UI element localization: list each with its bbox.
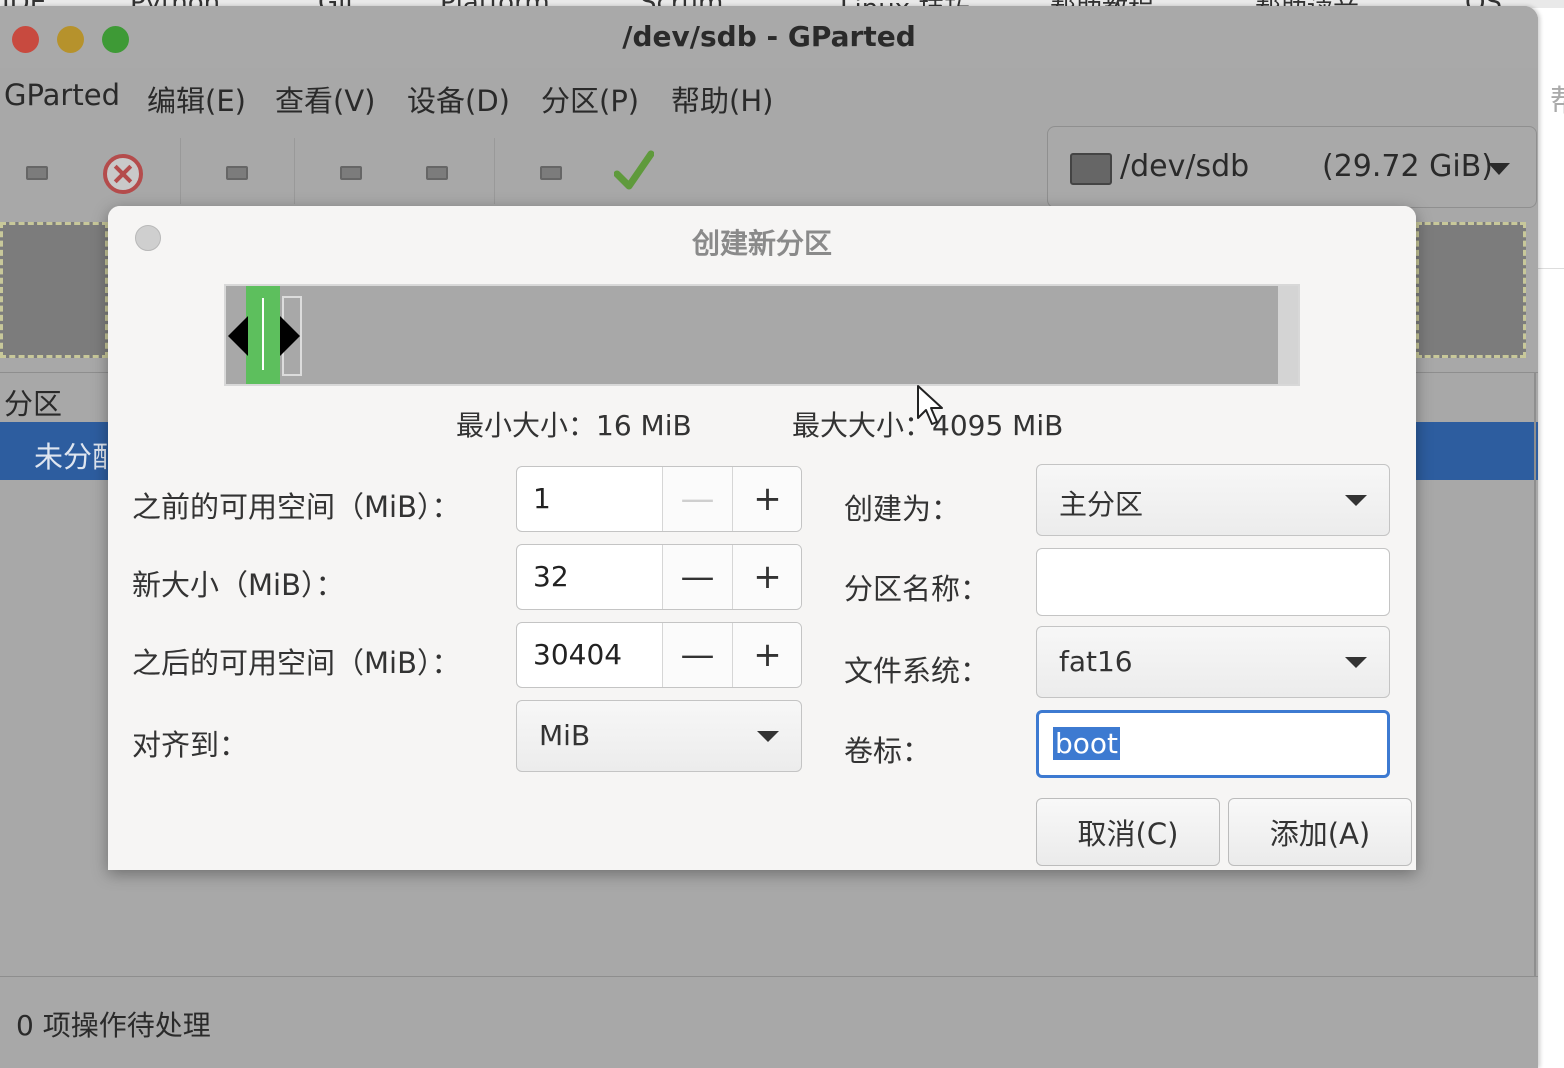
column-header-partition[interactable]: 分区 [4,381,62,423]
free-after-value[interactable]: 30404 [533,638,622,671]
volume-label-label: 卷标： [844,734,932,768]
menu-device[interactable]: 设备(D) [407,78,510,120]
volume-label-input[interactable]: boot [1036,710,1390,778]
filesystem-value: fat16 [1059,645,1133,678]
decrement-button[interactable]: — [662,623,732,687]
harddisk-icon [1070,153,1112,185]
menu-help[interactable]: 帮助(H) [671,78,773,120]
menu-edit[interactable]: 编辑(E) [147,78,246,120]
menu-bar: GParted 编辑(E) 查看(V) 设备(D) 分区(P) 帮助(H) [0,70,1564,126]
align-label: 对齐到： [132,728,249,762]
mouse-pointer-icon [917,385,943,425]
statusbar-divider [0,976,1538,977]
dropdown-arrow-icon [1345,657,1367,668]
menu-gparted[interactable]: GParted [4,78,120,112]
device-size: (29.72 GiB) [1322,149,1493,184]
toolbar-separator [294,138,295,204]
create-as-value: 主分区 [1059,488,1144,521]
undo-icon[interactable] [540,166,562,180]
partition-used-marker [262,298,264,370]
free-before-spinner[interactable]: 1 — + [516,466,802,532]
partition-size-visualizer[interactable] [224,284,1300,386]
toolbar-separator [180,138,181,204]
align-dropdown[interactable]: MiB [516,700,802,772]
new-size-spinner[interactable]: 32 — + [516,544,802,610]
new-partition-icon[interactable] [26,166,48,180]
visualizer-edge [1278,286,1298,384]
resize-left-handle-icon[interactable] [228,316,248,356]
free-after-spinner[interactable]: 30404 — + [516,622,802,688]
pending-operations-status: 0 项操作待处理 [16,1009,211,1042]
volume-label-value: boot [1053,727,1121,760]
partition-name-label: 分区名称： [844,572,990,606]
window-title: /dev/sdb - GParted [622,20,916,53]
dropdown-arrow-icon [757,731,779,742]
disk-graph-unallocated[interactable] [1416,222,1526,358]
toolbar-separator [494,138,495,204]
free-before-label: 之前的可用空间（MiB）： [132,490,461,524]
min-size-label: 最小大小：16 MiB [456,409,692,442]
background-divider [1538,268,1564,269]
filesystem-dropdown[interactable]: fat16 [1036,626,1390,698]
increment-button[interactable]: + [732,623,801,687]
title-bar: /dev/sdb - GParted [0,6,1538,68]
resize-right-handle-icon[interactable] [280,316,300,356]
list-border [1534,372,1536,976]
increment-button[interactable]: + [732,467,801,531]
dialog-header: 创建新分区 [108,206,1416,270]
free-before-value[interactable]: 1 [533,482,551,515]
copy-icon[interactable] [340,166,362,180]
menu-view[interactable]: 查看(V) [275,78,375,120]
align-value: MiB [539,719,591,752]
dropdown-arrow-icon [1488,163,1510,175]
create-partition-dialog: 创建新分区 最小大小：16 MiB 最大大小：4095 MiB 之前的可用空间（… [108,206,1416,870]
dropdown-arrow-icon [1345,495,1367,506]
create-as-dropdown[interactable]: 主分区 [1036,464,1390,536]
decrement-button[interactable]: — [662,467,732,531]
decrement-button[interactable]: — [662,545,732,609]
menu-partition[interactable]: 分区(P) [541,78,639,120]
add-button[interactable]: 添加(A) [1228,798,1412,866]
apply-check-icon[interactable] [614,150,654,192]
filesystem-label: 文件系统： [844,654,990,688]
partition-name-input[interactable] [1036,548,1390,616]
cancel-button[interactable]: 取消(C) [1036,798,1220,866]
increment-button[interactable]: + [732,545,801,609]
create-as-label: 创建为： [844,492,961,526]
free-after-label: 之后的可用空间（MiB）： [132,646,461,680]
dialog-title: 创建新分区 [691,227,832,260]
device-selector[interactable]: /dev/sdb (29.72 GiB) [1047,126,1537,208]
disk-graph-unallocated[interactable] [0,222,108,358]
new-size-label: 新大小（MiB）： [132,568,345,602]
device-path: /dev/sdb [1120,149,1250,184]
delete-icon[interactable] [103,154,143,194]
resize-icon[interactable] [226,166,248,180]
new-size-value[interactable]: 32 [533,560,569,593]
paste-icon[interactable] [426,166,448,180]
